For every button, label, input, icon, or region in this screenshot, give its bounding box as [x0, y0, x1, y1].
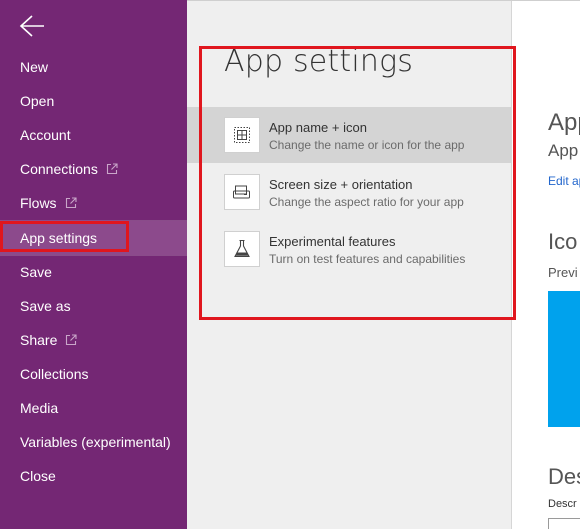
preview-label: Previ	[548, 265, 578, 280]
sidebar-item-save-as[interactable]: Save as	[0, 289, 187, 323]
app-name-heading: App	[548, 109, 580, 136]
description-input[interactable]	[548, 518, 580, 529]
app-name-subheading: App	[548, 141, 579, 160]
sidebar-item-media[interactable]: Media	[0, 391, 187, 425]
sidebar-item-label: Variables (experimental)	[20, 434, 171, 450]
sidebar-item-label: Save as	[20, 298, 71, 314]
highlight-box-sidebar	[0, 221, 129, 252]
sidebar-item-collections[interactable]: Collections	[0, 357, 187, 391]
sidebar-item-label: Account	[20, 127, 71, 143]
sidebar-item-label: New	[20, 59, 49, 75]
sidebar-item-label: Flows	[20, 195, 57, 211]
description-heading: Des	[548, 464, 580, 489]
sidebar-item-new[interactable]: New	[0, 50, 187, 84]
sidebar-item-open[interactable]: Open	[0, 84, 187, 118]
external-link-icon	[65, 334, 77, 346]
sidebar-item-label: Save	[20, 264, 52, 280]
sidebar: New Open Account Connections Flows App s…	[0, 0, 187, 529]
sidebar-item-connections[interactable]: Connections	[0, 152, 187, 186]
sidebar-item-account[interactable]: Account	[0, 118, 187, 152]
sidebar-item-label: Open	[20, 93, 55, 109]
sidebar-item-flows[interactable]: Flows	[0, 186, 187, 220]
back-arrow-icon[interactable]	[18, 14, 46, 38]
icon-section-heading: Ico	[548, 229, 578, 254]
details-panel: App App Edit ap Ico Previ Des Descr	[511, 1, 580, 529]
sidebar-item-variables[interactable]: Variables (experimental)	[0, 425, 187, 459]
sidebar-item-label: Connections	[20, 161, 98, 177]
sidebar-item-label: Media	[20, 400, 59, 416]
sidebar-item-label: Close	[20, 468, 56, 484]
sidebar-item-label: Share	[20, 332, 58, 348]
highlight-box-panel	[199, 46, 516, 320]
sidebar-item-save[interactable]: Save	[0, 255, 187, 289]
sidebar-item-close[interactable]: Close	[0, 459, 187, 493]
sidebar-item-share[interactable]: Share	[0, 323, 187, 357]
edit-app-name-link[interactable]: Edit ap	[548, 174, 580, 188]
external-link-icon	[65, 197, 77, 209]
sidebar-item-label: Collections	[20, 366, 89, 382]
description-label: Descr	[548, 498, 577, 510]
external-link-icon	[106, 163, 118, 175]
icon-preview-tile[interactable]	[548, 291, 580, 427]
